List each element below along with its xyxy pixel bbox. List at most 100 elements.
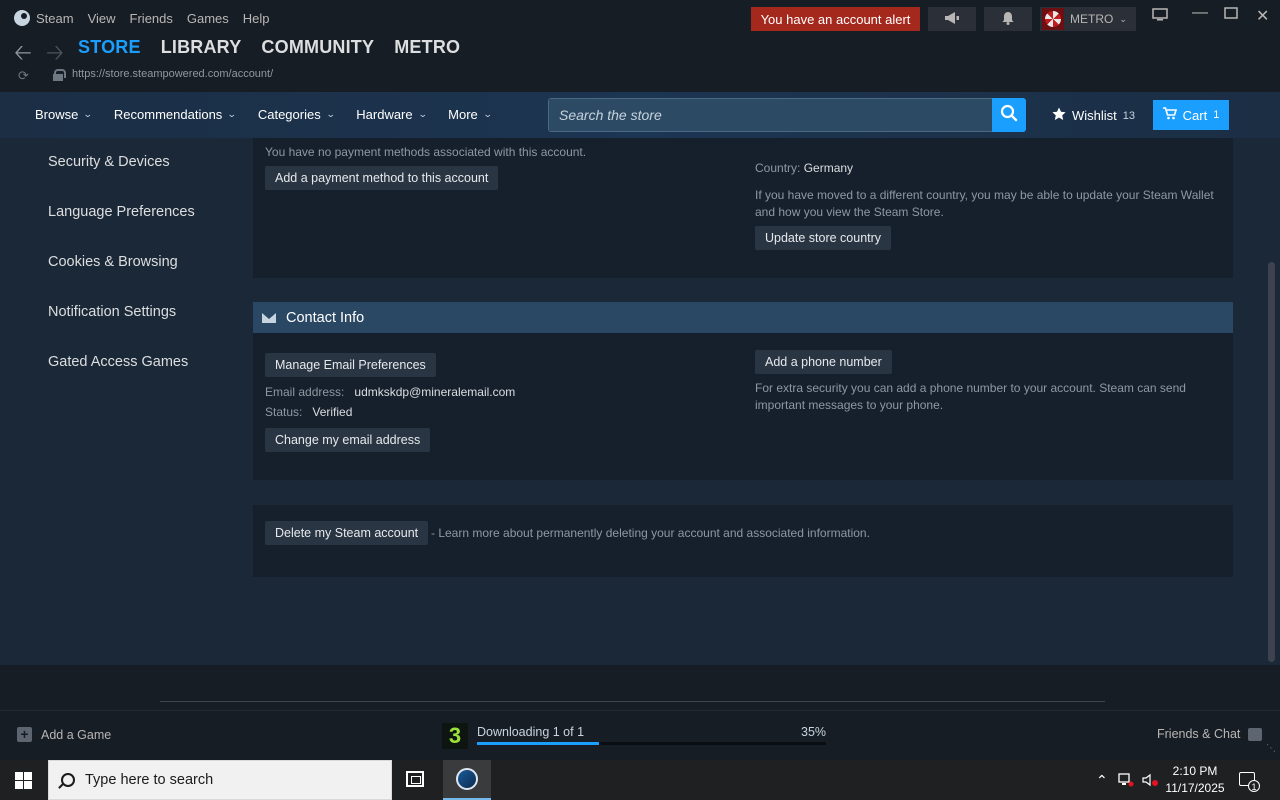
delete-note: - Learn more about permanently deleting … [431, 526, 870, 540]
game-thumbnail-icon[interactable]: 3 [442, 723, 468, 749]
scrollbar-thumb[interactable] [1268, 262, 1275, 662]
country-note: If you have moved to a different country… [755, 188, 1214, 219]
add-phone-button[interactable]: Add a phone number [755, 350, 892, 374]
taskbar-steam-app[interactable] [443, 760, 491, 800]
download-progress-bar[interactable] [477, 742, 826, 745]
taskbar-clock[interactable]: 2:10 PM 11/17/2025 [1162, 763, 1228, 797]
reload-icon[interactable]: ⟳ [18, 68, 29, 84]
country-label: Country: [755, 161, 801, 175]
big-picture-icon[interactable] [1152, 8, 1168, 27]
delete-account-button[interactable]: Delete my Steam account [265, 521, 429, 545]
contact-panel: Manage Email Preferences Email address: … [253, 333, 1233, 480]
account-alert-button[interactable]: You have an account alert [751, 7, 920, 31]
add-game-button[interactable]: + Add a Game [17, 727, 111, 742]
steam-app-icon [456, 768, 478, 790]
menu-view[interactable]: View [88, 11, 116, 26]
notification-count: 1 [1248, 780, 1260, 792]
taskbar-search[interactable]: Type here to search [48, 760, 392, 800]
taskbar-search-placeholder: Type here to search [85, 772, 214, 788]
change-email-button[interactable]: Change my email address [265, 428, 431, 452]
sidebar-item-security[interactable]: Security & Devices [48, 154, 170, 170]
clock-time: 2:10 PM [1172, 764, 1218, 778]
country-value: Germany [803, 161, 854, 175]
main-nav-tabs: STORE LIBRARY COMMUNITY METRO [78, 37, 460, 58]
tab-community[interactable]: COMMUNITY [261, 37, 374, 58]
wishlist-button[interactable]: Wishlist 13 [1052, 107, 1135, 124]
download-percent: 35% [801, 725, 827, 739]
sidebar-item-language[interactable]: Language Preferences [48, 204, 195, 220]
close-icon[interactable]: ✕ [1256, 6, 1269, 26]
task-view-icon[interactable] [406, 771, 424, 787]
add-payment-button[interactable]: Add a payment method to this account [265, 166, 499, 190]
download-status[interactable]: Downloading 1 of 1 [477, 725, 584, 739]
store-menu-label: Recommendations [113, 107, 223, 122]
download-progress-fill [477, 742, 600, 745]
cart-count: 1 [1213, 109, 1220, 121]
store-menu-browse[interactable]: Browse ⌄ [35, 107, 93, 122]
tab-library[interactable]: LIBRARY [161, 37, 242, 58]
contact-info-header: Contact Info [253, 302, 1233, 333]
maximize-icon[interactable] [1224, 6, 1238, 24]
menu-help[interactable]: Help [243, 11, 270, 26]
tab-profile[interactable]: METRO [394, 37, 460, 58]
friends-chat-button[interactable]: Friends & Chat [1157, 727, 1263, 741]
email-row: Email address: udmkskdp@mineralemail.com [265, 384, 515, 401]
search-icon [61, 773, 75, 787]
store-search-input[interactable] [549, 99, 992, 131]
email-value: udmkskdp@mineralemail.com [354, 385, 516, 399]
megaphone-icon [944, 11, 960, 28]
star-icon [1052, 107, 1066, 124]
announcements-button[interactable] [928, 7, 976, 31]
title-bar: Steam View Friends Games Help You have a… [0, 0, 1280, 36]
footer-divider [160, 701, 1105, 702]
cart-button[interactable]: Cart 1 [1153, 100, 1229, 130]
store-menu-hardware[interactable]: Hardware ⌄ [356, 107, 428, 122]
store-header: Browse ⌄ Recommendations ⌄ Categories ⌄ Har… [0, 92, 1280, 138]
store-menu-more[interactable]: More ⌄ [448, 107, 492, 122]
friends-icon [1248, 727, 1263, 741]
windows-taskbar: Type here to search ⌃ 2:10 PM 11/17/2025… [0, 760, 1280, 800]
wishlist-count: 13 [1122, 109, 1136, 122]
cart-icon [1162, 107, 1177, 123]
add-game-label: Add a Game [41, 727, 112, 742]
email-label: Email address: [265, 385, 345, 399]
resize-grip-icon[interactable]: ⋱ [1266, 743, 1276, 754]
clock-date: 11/17/2025 [1165, 781, 1225, 795]
steam-logo-icon[interactable] [14, 10, 30, 26]
manage-email-button[interactable]: Manage Email Preferences [265, 353, 436, 377]
menu-steam[interactable]: Steam [36, 11, 74, 26]
tab-store[interactable]: STORE [78, 37, 141, 58]
store-menu-label: Browse [35, 107, 79, 122]
update-country-button[interactable]: Update store country [755, 226, 892, 250]
url-text[interactable]: https://store.steampowered.com/account/ [72, 68, 273, 80]
menu-games[interactable]: Games [187, 11, 229, 26]
chevron-up-icon[interactable]: ⌃ [1096, 760, 1108, 800]
sidebar-item-cookies[interactable]: Cookies & Browsing [48, 254, 178, 270]
minimize-icon[interactable]: — [1192, 4, 1208, 22]
chevron-down-icon: ⌄ [417, 109, 428, 119]
country-row: Country: Germany [755, 160, 853, 177]
store-menu-recommendations[interactable]: Recommendations ⌄ [113, 107, 237, 122]
envelope-icon [262, 312, 276, 323]
status-row: Status: Verified [265, 404, 352, 421]
volume-muted-icon[interactable] [1142, 760, 1160, 800]
no-payment-text: You have no payment methods associated w… [265, 145, 587, 159]
notifications-button[interactable] [984, 7, 1032, 31]
sidebar-item-gated-access[interactable]: Gated Access Games [48, 354, 188, 370]
store-menu-label: Categories [257, 107, 321, 122]
page-scrollbar[interactable] [1264, 138, 1280, 665]
account-content: Security & Devices Language Preferences … [0, 138, 1264, 665]
network-icon[interactable] [1118, 760, 1134, 800]
windows-start-icon[interactable] [15, 772, 32, 789]
delete-panel: Delete my Steam account - Learn more abo… [253, 505, 1233, 577]
store-menu-categories[interactable]: Categories ⌄ [257, 107, 336, 122]
wishlist-label: Wishlist [1072, 108, 1117, 123]
chevron-down-icon: ⌄ [227, 109, 237, 119]
menu-friends[interactable]: Friends [130, 11, 173, 26]
user-menu-button[interactable]: METRO ⌄ [1040, 7, 1136, 31]
sidebar-item-notifications[interactable]: Notification Settings [48, 304, 176, 320]
store-menu: Browse ⌄ Recommendations ⌄ Categories ⌄ Har… [35, 107, 513, 122]
search-button[interactable] [992, 98, 1026, 132]
status-value: Verified [312, 405, 353, 419]
url-row: ⟳ https://store.steampowered.com/account… [0, 66, 1280, 86]
